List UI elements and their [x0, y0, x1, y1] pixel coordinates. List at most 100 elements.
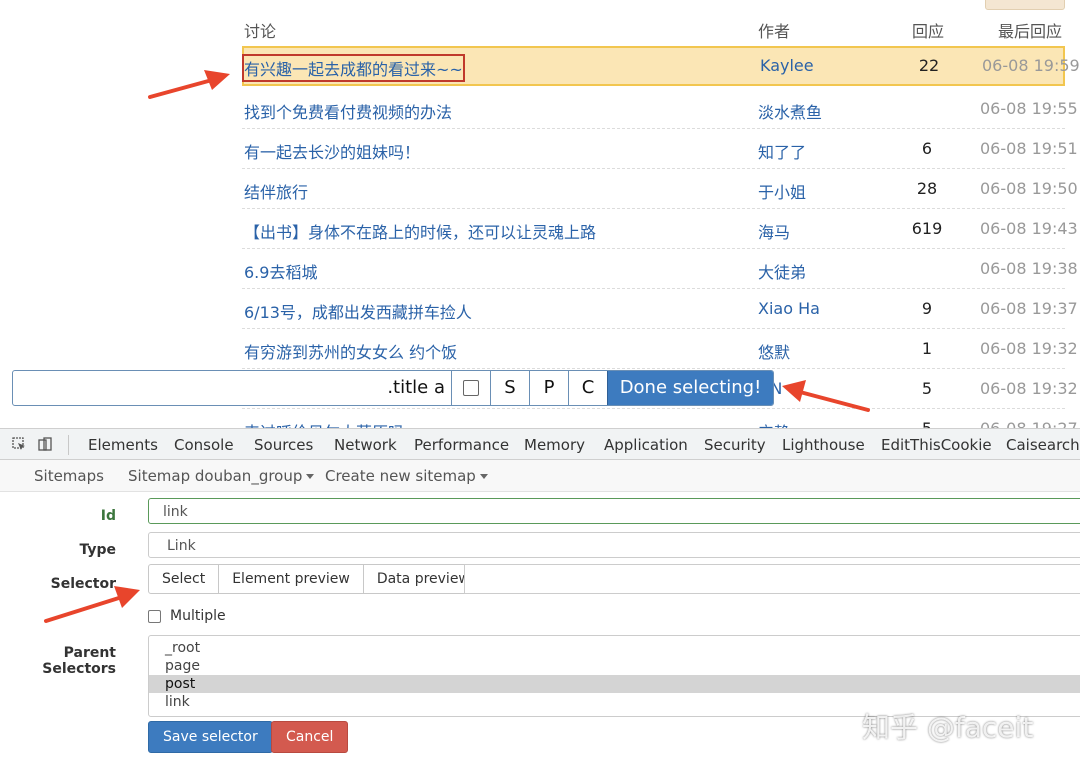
author-link[interactable]: 宁静 — [758, 419, 790, 428]
tab-security[interactable]: Security — [704, 436, 766, 454]
select-key-s[interactable]: S — [490, 371, 529, 405]
select-key-p[interactable]: P — [529, 371, 568, 405]
tab-sources[interactable]: Sources — [254, 436, 313, 454]
select-key-c[interactable]: C — [568, 371, 607, 405]
multiple-checkbox[interactable] — [148, 609, 161, 623]
author-link[interactable]: 于小姐 — [758, 179, 806, 203]
topic-link[interactable]: 【出书】身体不在路上的时候，还可以让灵魂上路 — [244, 219, 596, 243]
author-link[interactable]: Xiao Ha — [758, 299, 820, 318]
cancel-button[interactable]: Cancel — [271, 721, 349, 753]
devtools-tabbar: Elements Console Sources Network Perform… — [0, 428, 1080, 460]
last-reply-time: 06-08 19:43 — [980, 219, 1078, 238]
tab-editthiscookie[interactable]: EditThisCookie — [881, 436, 992, 454]
element-selector-toolbar: .title a S P C Done selecting! — [12, 370, 774, 406]
table-row: 有一起去长沙的姐妹吗！ 知了了 6 06-08 19:51 — [242, 129, 1078, 169]
reply-count: 9 — [921, 299, 933, 318]
nav-sitemap-label: Sitemap douban_group — [128, 467, 303, 485]
chevron-down-icon — [479, 474, 488, 479]
table-row: 【出书】身体不在路上的时候，还可以让灵魂上路 海马 619 06-08 19:4… — [242, 209, 1078, 249]
forum-panel: 讨论 作者 回应 最后回应 有兴趣一起去成都的看过来~~ Kaylee 22 0… — [0, 0, 1080, 428]
inspect-element-icon[interactable] — [12, 437, 26, 451]
type-select[interactable]: Link — [148, 532, 1080, 558]
list-item-selected[interactable]: post — [149, 675, 1080, 693]
last-reply-time: 06-08 19:55 — [980, 99, 1078, 118]
topic-link[interactable]: 找到个免费看付费视频的办法 — [244, 99, 452, 123]
nav-sitemap-dropdown[interactable]: Sitemap douban_group — [128, 467, 315, 485]
tab-console[interactable]: Console — [174, 436, 234, 454]
tab-memory[interactable]: Memory — [524, 436, 585, 454]
last-reply-time: 06-08 19:32 — [980, 339, 1078, 358]
tab-lighthouse[interactable]: Lighthouse — [782, 436, 865, 454]
author-link[interactable]: 悠默 — [758, 339, 790, 363]
id-input[interactable]: link — [148, 498, 1080, 524]
tab-application[interactable]: Application — [604, 436, 688, 454]
selector-input[interactable] — [464, 564, 1080, 594]
topic-link[interactable]: 结伴旅行 — [244, 179, 308, 203]
header-last-reply: 最后回应 — [998, 22, 1063, 41]
checkbox-icon[interactable] — [463, 380, 479, 396]
type-label: Type — [79, 542, 116, 558]
tab-network[interactable]: Network — [334, 436, 397, 454]
topic-link[interactable]: 有穷游到苏州的女女么 约个饭 — [244, 339, 457, 363]
done-selecting-button[interactable]: Done selecting! — [607, 371, 773, 405]
topic-link[interactable]: 来过呼伦贝尔大草原吗 — [244, 419, 404, 428]
last-reply-time: 06-08 19:27 — [980, 419, 1078, 428]
devtools-panel: Elements Console Sources Network Perform… — [0, 428, 1080, 774]
table-row: 有兴趣一起去成都的看过来~~ Kaylee 22 06-08 19:59 — [242, 46, 1080, 86]
toolbar-divider — [68, 435, 69, 455]
reply-count: 1 — [921, 339, 933, 358]
table-row: 来过呼伦贝尔大草原吗 宁静 5 06-08 19:27 — [242, 409, 1078, 428]
parent-selectors-list[interactable]: _root page post link — [148, 635, 1080, 717]
last-reply-time: 06-08 19:38 — [980, 259, 1078, 278]
select-multiple-toggle[interactable] — [451, 371, 490, 405]
topic-link[interactable]: 6.9去稻城 — [244, 259, 317, 283]
author-link[interactable]: 淡水煮鱼 — [758, 99, 822, 123]
selector-label: Selector — [50, 576, 116, 592]
tab-elements[interactable]: Elements — [88, 436, 158, 454]
selector-preview-field[interactable]: .title a — [13, 371, 451, 405]
table-row: 结伴旅行 于小姐 28 06-08 19:50 — [242, 169, 1078, 209]
tab-performance[interactable]: Performance — [414, 436, 509, 454]
element-preview-button[interactable]: Element preview — [218, 564, 364, 594]
last-reply-time: 06-08 19:32 — [980, 379, 1078, 398]
topic-link[interactable]: 有兴趣一起去成都的看过来~~ — [242, 54, 465, 82]
device-toolbar-icon[interactable] — [38, 437, 52, 451]
reply-count: 5 — [921, 379, 933, 398]
table-row: 6/13号，成都出发西藏拼车捡人 Xiao Ha 9 06-08 19:37 — [242, 289, 1078, 329]
table-row: 有穷游到苏州的女女么 约个饭 悠默 1 06-08 19:32 — [242, 329, 1078, 369]
header-topic: 讨论 — [244, 22, 277, 41]
multiple-option[interactable]: Multiple — [148, 608, 226, 624]
table-row: 找到个免费看付费视频的办法 淡水煮鱼 06-08 19:55 — [242, 89, 1078, 129]
reply-count: 5 — [872, 419, 982, 428]
reply-count: 6 — [921, 139, 933, 158]
reply-count: 22 — [918, 56, 940, 75]
last-reply-time: 06-08 19:37 — [980, 299, 1078, 318]
header-replies: 回应 — [912, 22, 945, 41]
header-author: 作者 — [758, 22, 791, 41]
selector-button-group: Select Element preview Data preview — [148, 564, 484, 594]
author-link[interactable]: 知了了 — [758, 139, 806, 163]
last-reply-time: 06-08 19:51 — [980, 139, 1078, 158]
save-selector-button[interactable]: Save selector — [148, 721, 273, 753]
author-link[interactable]: 海马 — [758, 219, 790, 243]
reply-count: 619 — [911, 219, 943, 238]
table-row: 6.9去稻城 大徒弟 06-08 19:38 — [242, 249, 1078, 289]
topic-link[interactable]: 有一起去长沙的姐妹吗！ — [244, 139, 420, 163]
top-right-button[interactable] — [985, 0, 1065, 10]
tab-caisearch[interactable]: Caisearch — [1006, 436, 1080, 454]
select-button[interactable]: Select — [148, 564, 220, 594]
topic-link[interactable]: 6/13号，成都出发西藏拼车捡人 — [244, 299, 472, 323]
scraper-navbar: Sitemaps Sitemap douban_group Create new… — [0, 460, 1080, 492]
id-label: Id — [100, 508, 116, 524]
author-link[interactable]: 大徒弟 — [758, 259, 806, 283]
nav-sitemaps[interactable]: Sitemaps — [34, 467, 104, 485]
author-link[interactable]: Kaylee — [760, 56, 814, 75]
reply-count: 28 — [916, 179, 938, 198]
watermark: 知乎 @faceit — [862, 711, 1034, 744]
chevron-down-icon — [306, 474, 315, 479]
list-item[interactable]: page — [149, 657, 1080, 675]
list-item[interactable]: _root — [149, 639, 1080, 657]
nav-create-sitemap-dropdown[interactable]: Create new sitemap — [325, 467, 488, 485]
last-reply-time: 06-08 19:59 — [982, 56, 1080, 75]
nav-create-label: Create new sitemap — [325, 467, 476, 485]
